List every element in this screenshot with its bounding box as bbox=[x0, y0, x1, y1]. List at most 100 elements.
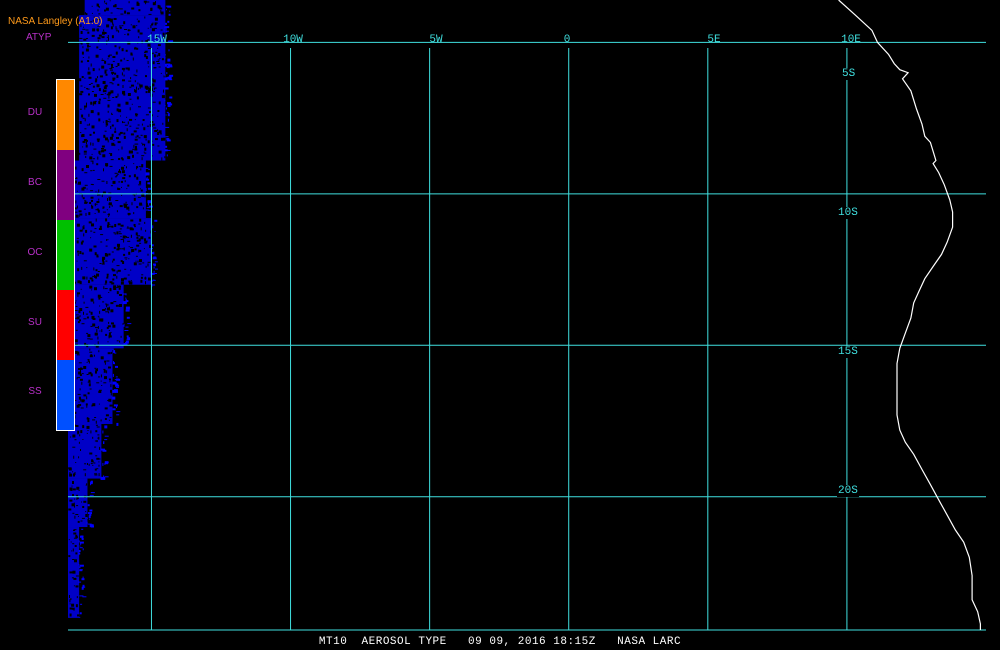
swath-gap bbox=[101, 148, 104, 149]
swath-gap bbox=[69, 571, 73, 574]
swath-gap bbox=[90, 298, 94, 302]
swath-gap bbox=[104, 288, 108, 290]
swath-gap bbox=[128, 251, 131, 255]
swath-gap bbox=[130, 24, 132, 26]
swath-gap bbox=[119, 340, 121, 343]
swath-gap bbox=[116, 137, 119, 139]
swath-gap bbox=[128, 1, 130, 4]
swath-gap bbox=[103, 369, 106, 373]
lat-label-10s: 10S bbox=[837, 207, 859, 219]
swath-gap bbox=[103, 134, 106, 138]
swath-gap bbox=[132, 154, 134, 158]
swath-gap bbox=[86, 276, 88, 280]
swath-gap bbox=[71, 603, 75, 607]
swath-gap bbox=[136, 206, 139, 209]
swath-gap bbox=[88, 463, 90, 466]
swath-gap bbox=[80, 407, 84, 409]
swath-gap bbox=[110, 309, 114, 313]
swath-gap bbox=[110, 153, 113, 156]
swath-gap bbox=[74, 515, 76, 519]
swath-gap bbox=[155, 51, 158, 53]
swath-gap bbox=[128, 280, 131, 283]
swath-gap bbox=[74, 207, 77, 210]
swath-gap bbox=[79, 121, 82, 124]
swath-gap bbox=[74, 559, 77, 563]
swath-gap bbox=[97, 294, 101, 298]
swath-gap bbox=[140, 236, 144, 240]
swath-gap bbox=[94, 100, 97, 102]
swath-gap bbox=[101, 319, 103, 322]
swath-edge-pixel bbox=[153, 270, 155, 273]
swath-gap bbox=[110, 159, 114, 161]
swath-gap bbox=[94, 274, 95, 278]
swath-gap bbox=[97, 325, 99, 329]
swath-gap bbox=[85, 229, 88, 233]
swath-gap bbox=[94, 287, 97, 291]
swath-gap bbox=[157, 145, 160, 147]
swath-gap bbox=[110, 12, 113, 14]
swath-gap bbox=[136, 239, 140, 242]
swath-gap bbox=[89, 310, 91, 313]
swath-gap bbox=[101, 329, 103, 333]
swath-gap bbox=[153, 67, 156, 69]
swath-gap bbox=[121, 48, 124, 52]
swath-gap bbox=[90, 196, 94, 199]
swath-gap bbox=[136, 96, 139, 100]
swath-gap bbox=[116, 231, 119, 235]
swath-gap bbox=[77, 252, 79, 256]
swath-gap bbox=[131, 84, 134, 87]
swath-gap bbox=[117, 63, 120, 66]
swath-gap bbox=[98, 297, 101, 300]
swath-gap bbox=[147, 263, 149, 267]
swath-gap bbox=[78, 354, 80, 356]
swath-gap bbox=[72, 488, 76, 491]
swath-gap bbox=[128, 246, 130, 248]
swath-gap bbox=[114, 72, 117, 75]
swath-gap bbox=[83, 301, 85, 304]
swath-gap bbox=[144, 147, 147, 151]
swath-gap bbox=[88, 360, 90, 364]
swath-gap bbox=[71, 550, 73, 552]
swath-edge-pixel bbox=[113, 404, 118, 407]
swath-gap bbox=[108, 54, 112, 56]
swath-edge-pixel bbox=[116, 411, 121, 413]
swath-gap bbox=[137, 235, 140, 237]
swath-gap bbox=[120, 172, 122, 174]
swath-gap bbox=[96, 382, 100, 384]
swath-edge-pixel bbox=[125, 326, 129, 328]
swath-gap bbox=[103, 97, 107, 99]
swath-gap bbox=[83, 139, 87, 141]
swath-gap bbox=[132, 25, 136, 29]
swath-gap bbox=[77, 250, 79, 253]
swath-gap bbox=[83, 366, 87, 369]
swath-gap bbox=[97, 156, 99, 160]
swath-gap bbox=[101, 149, 105, 153]
swath-edge-pixel bbox=[122, 293, 126, 295]
legend-swatch-du bbox=[57, 80, 74, 150]
swath-gap bbox=[106, 273, 109, 276]
swath-gap bbox=[100, 419, 102, 422]
swath-gap bbox=[101, 65, 105, 69]
swath-gap bbox=[119, 294, 122, 296]
swath-gap bbox=[124, 165, 126, 166]
lon-label-5e: 5E bbox=[707, 34, 721, 46]
swath-gap bbox=[158, 54, 160, 57]
swath-gap bbox=[81, 252, 84, 255]
swath-gap bbox=[107, 104, 110, 108]
swath-edge-pixel bbox=[114, 362, 115, 365]
swath-gap bbox=[79, 213, 83, 216]
swath-edge-pixel bbox=[148, 168, 151, 170]
swath-edge-pixel bbox=[82, 584, 85, 588]
swath-gap bbox=[136, 244, 140, 247]
swath-gap bbox=[108, 37, 109, 41]
swath-gap bbox=[129, 118, 133, 121]
swath-gap bbox=[140, 189, 143, 192]
swath-edge-pixel bbox=[166, 139, 171, 142]
swath-gap bbox=[94, 333, 98, 336]
swath-gap bbox=[130, 133, 134, 136]
aerosol-type-legend bbox=[56, 79, 75, 431]
swath-gap bbox=[140, 134, 143, 136]
swath-gap bbox=[118, 181, 121, 183]
swath-gap bbox=[92, 85, 95, 88]
legend-label-bc: BC bbox=[28, 177, 42, 188]
